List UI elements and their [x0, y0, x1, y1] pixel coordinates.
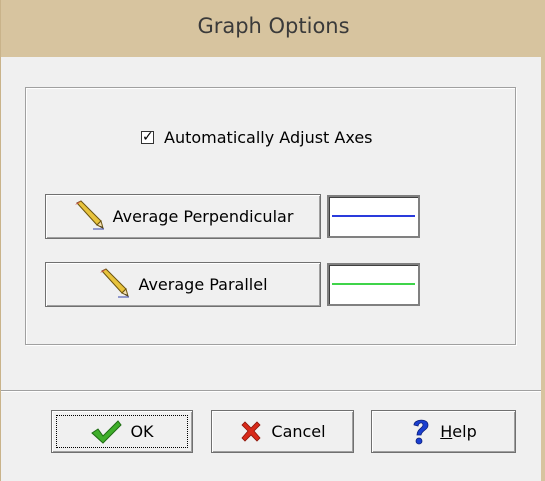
cancel-button[interactable]: Cancel [211, 410, 354, 453]
auto-adjust-axes-checkbox[interactable]: ✓ [141, 128, 154, 145]
average-perpendicular-label: Average Perpendicular [112, 207, 294, 226]
help-button[interactable]: Help [371, 410, 516, 453]
graph-options-dialog: Graph Options ✓ Automatically Adjust Axe… [0, 0, 545, 481]
cancel-label: Cancel [271, 422, 326, 441]
focus-rectangle [56, 415, 188, 448]
average-perpendicular-button[interactable]: Average Perpendicular [45, 194, 321, 239]
dialog-title: Graph Options [197, 14, 350, 38]
button-separator [1, 390, 541, 392]
auto-adjust-axes-label: Automatically Adjust Axes [164, 127, 373, 147]
parallel-line-sample [332, 283, 415, 285]
ok-button[interactable]: OK [51, 410, 193, 453]
checkmark-glyph: ✓ [142, 128, 154, 145]
pencil-icon [73, 199, 105, 234]
x-icon [239, 420, 263, 444]
average-parallel-button[interactable]: Average Parallel [45, 262, 321, 307]
average-parallel-color-swatch[interactable] [327, 263, 420, 306]
question-icon [410, 417, 432, 447]
average-perpendicular-color-swatch[interactable] [327, 195, 420, 238]
auto-adjust-axes-option[interactable]: ✓ Automatically Adjust Axes [141, 127, 373, 147]
title-bar: Graph Options [1, 0, 545, 57]
window-border [541, 57, 545, 481]
average-parallel-label: Average Parallel [138, 275, 268, 294]
help-label: Help [440, 422, 477, 441]
pencil-icon [98, 267, 130, 302]
perpendicular-line-sample [332, 215, 415, 217]
